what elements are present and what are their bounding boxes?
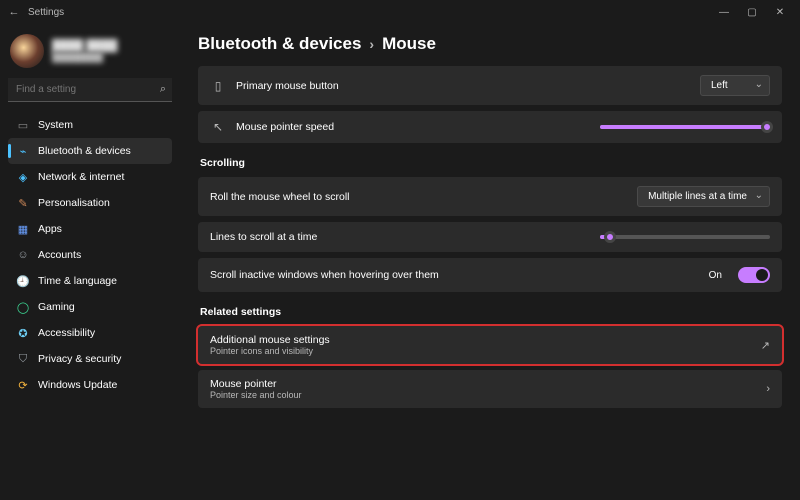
mouse-pointer-speed-row: ↖ Mouse pointer speed	[198, 111, 782, 143]
breadcrumb-parent[interactable]: Bluetooth & devices	[198, 34, 361, 54]
scroll-inactive-row: Scroll inactive windows when hovering ov…	[198, 258, 782, 292]
sidebar-item-time-language[interactable]: 🕘 Time & language	[8, 268, 172, 294]
scroll-wheel-dropdown[interactable]: Multiple lines at a time	[637, 186, 770, 207]
dropdown-value: Left	[711, 80, 728, 91]
primary-mouse-button-dropdown[interactable]: Left	[700, 75, 770, 96]
sidebar-item-label: System	[38, 119, 73, 131]
sidebar-item-privacy[interactable]: ⛉ Privacy & security	[8, 346, 172, 372]
person-icon: ☺	[16, 248, 30, 262]
link-subtitle: Pointer size and colour	[210, 390, 766, 400]
sidebar-item-system[interactable]: ▭ System	[8, 112, 172, 138]
chevron-right-icon: ›	[369, 36, 374, 52]
sidebar-item-label: Gaming	[38, 301, 75, 313]
sidebar-item-label: Bluetooth & devices	[38, 145, 131, 157]
sidebar-item-label: Privacy & security	[38, 353, 121, 365]
sidebar-item-label: Apps	[38, 223, 62, 235]
close-button[interactable]: ✕	[766, 7, 794, 18]
sidebar-item-label: Accounts	[38, 249, 81, 261]
setting-label: Lines to scroll at a time	[210, 231, 590, 243]
additional-mouse-settings-link[interactable]: Additional mouse settings Pointer icons …	[198, 326, 782, 364]
scroll-inactive-toggle[interactable]	[738, 267, 770, 283]
search-icon: ⌕	[160, 83, 166, 96]
lines-to-scroll-row: Lines to scroll at a time	[198, 222, 782, 252]
setting-label: Roll the mouse wheel to scroll	[210, 191, 627, 203]
lines-to-scroll-slider[interactable]	[600, 235, 770, 239]
profile-name: ████ ████	[52, 40, 117, 52]
scroll-wheel-row: Roll the mouse wheel to scroll Multiple …	[198, 177, 782, 216]
setting-label: Primary mouse button	[236, 80, 690, 92]
mouse-pointer-link[interactable]: Mouse pointer Pointer size and colour ›	[198, 370, 782, 408]
sidebar-item-accessibility[interactable]: ✪ Accessibility	[8, 320, 172, 346]
toggle-state-label: On	[709, 270, 722, 281]
sidebar-item-personalisation[interactable]: ✎ Personalisation	[8, 190, 172, 216]
breadcrumb: Bluetooth & devices › Mouse	[198, 34, 782, 54]
link-title: Additional mouse settings	[210, 334, 761, 346]
search-box[interactable]: ⌕	[8, 78, 172, 102]
setting-label: Scroll inactive windows when hovering ov…	[210, 269, 699, 281]
primary-mouse-button-row: ▯ Primary mouse button Left	[198, 66, 782, 105]
sidebar: ████ ████ ████████ ⌕ ▭ System ⌁ Bluetooth …	[0, 24, 180, 500]
sidebar-item-label: Time & language	[38, 275, 117, 287]
setting-label: Mouse pointer speed	[236, 121, 590, 133]
wifi-icon: ◈	[16, 170, 30, 184]
clock-icon: 🕘	[16, 274, 30, 288]
link-subtitle: Pointer icons and visibility	[210, 346, 761, 356]
profile-email: ████████	[52, 52, 117, 62]
sidebar-item-network[interactable]: ◈ Network & internet	[8, 164, 172, 190]
apps-icon: ▦	[16, 222, 30, 236]
external-link-icon: ↗	[761, 339, 770, 352]
gaming-icon: ◯	[16, 300, 30, 314]
cursor-icon: ↖	[210, 120, 226, 134]
update-icon: ⟳	[16, 378, 30, 392]
sidebar-item-label: Personalisation	[38, 197, 110, 209]
system-icon: ▭	[16, 118, 30, 132]
bluetooth-icon: ⌁	[16, 144, 30, 158]
minimize-button[interactable]: ―	[710, 7, 738, 18]
maximize-button[interactable]: ▢	[738, 7, 766, 18]
profile-block[interactable]: ████ ████ ████████	[10, 34, 172, 68]
pointer-speed-slider[interactable]	[600, 125, 770, 129]
section-heading-related: Related settings	[200, 306, 782, 318]
section-heading-scrolling: Scrolling	[200, 157, 782, 169]
sidebar-item-apps[interactable]: ▦ Apps	[8, 216, 172, 242]
window-title: Settings	[28, 7, 64, 18]
sidebar-item-windows-update[interactable]: ⟳ Windows Update	[8, 372, 172, 398]
sidebar-item-label: Accessibility	[38, 327, 95, 339]
content-pane: Bluetooth & devices › Mouse ▯ Primary mo…	[180, 24, 800, 500]
back-button[interactable]: ←	[6, 6, 22, 18]
shield-icon: ⛉	[16, 352, 30, 366]
titlebar: ← Settings ― ▢ ✕	[0, 0, 800, 24]
sidebar-item-gaming[interactable]: ◯ Gaming	[8, 294, 172, 320]
page-title: Mouse	[382, 34, 436, 54]
accessibility-icon: ✪	[16, 326, 30, 340]
search-input[interactable]	[8, 78, 172, 102]
link-title: Mouse pointer	[210, 378, 766, 390]
sidebar-item-bluetooth-devices[interactable]: ⌁ Bluetooth & devices	[8, 138, 172, 164]
chevron-right-icon: ›	[766, 383, 770, 395]
sidebar-item-accounts[interactable]: ☺ Accounts	[8, 242, 172, 268]
avatar	[10, 34, 44, 68]
mouse-icon: ▯	[210, 79, 226, 93]
dropdown-value: Multiple lines at a time	[648, 191, 747, 202]
sidebar-item-label: Network & internet	[38, 171, 124, 183]
sidebar-item-label: Windows Update	[38, 379, 117, 391]
brush-icon: ✎	[16, 196, 30, 210]
